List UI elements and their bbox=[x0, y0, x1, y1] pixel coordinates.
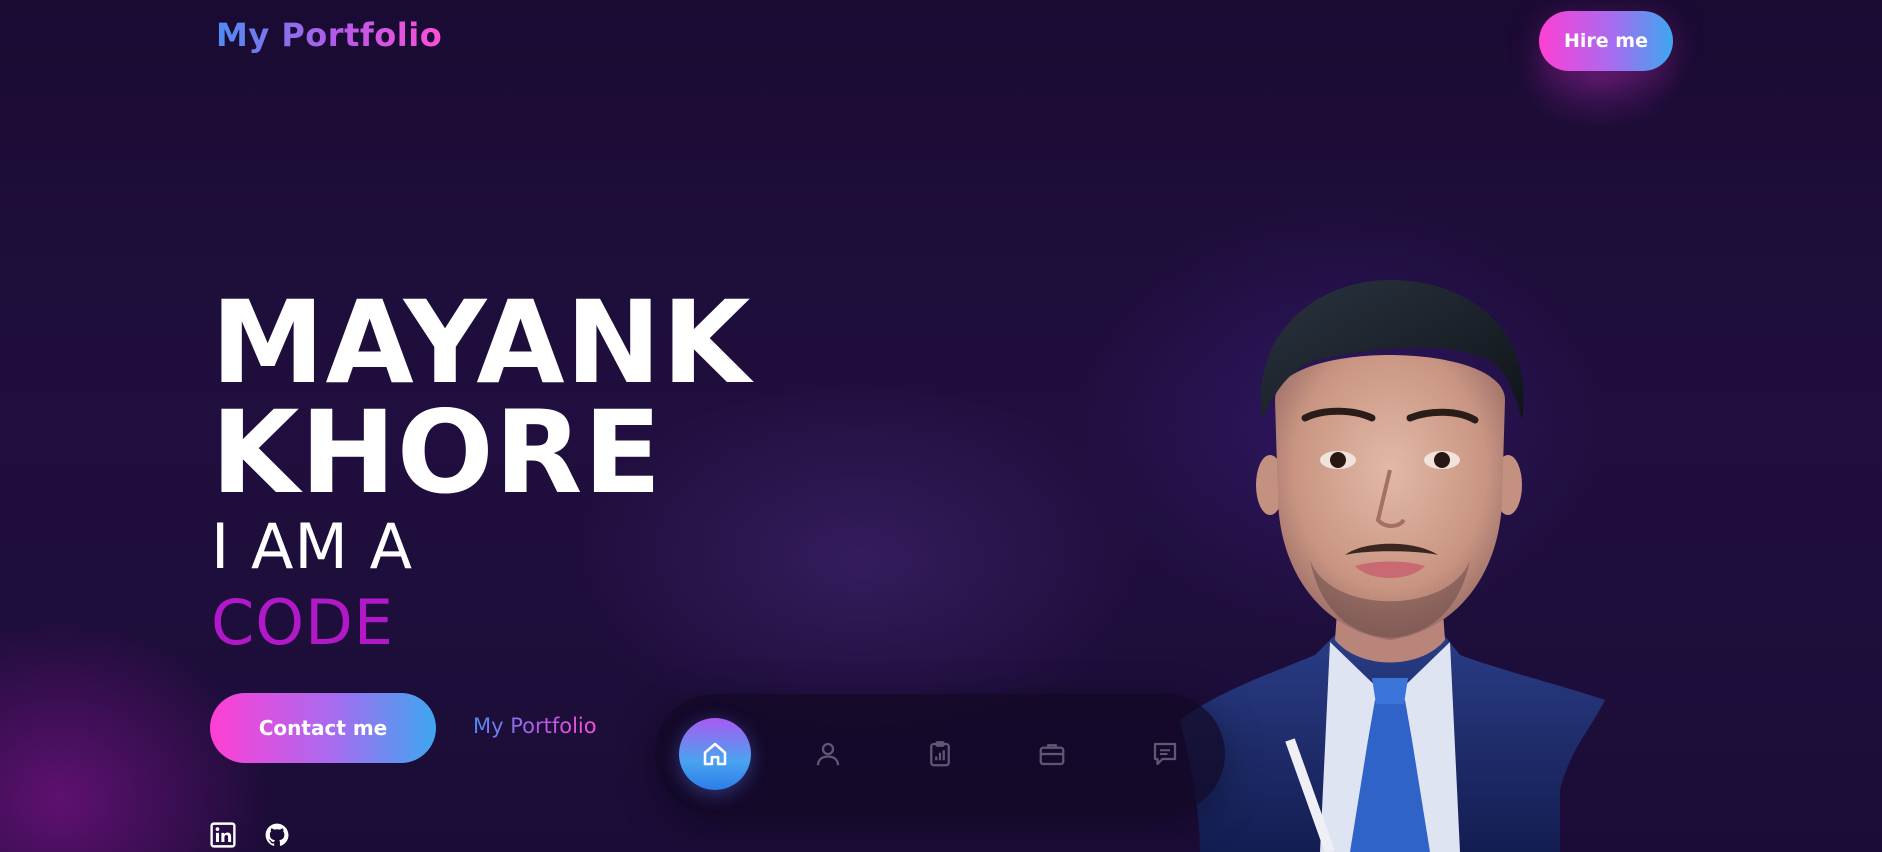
bottom-nav-dock bbox=[655, 694, 1225, 814]
hero-first-name: MAYANK bbox=[211, 276, 752, 409]
user-icon bbox=[816, 742, 840, 766]
hero-last-name: KHORE bbox=[211, 386, 663, 519]
briefcase-icon bbox=[1039, 744, 1065, 766]
home-icon bbox=[703, 742, 727, 766]
hero-intro: I AM A bbox=[211, 510, 414, 583]
nav-about[interactable] bbox=[792, 718, 864, 790]
nav-skills[interactable] bbox=[904, 718, 976, 790]
hero-role: CODE bbox=[211, 586, 395, 659]
contact-me-button[interactable]: Contact me bbox=[210, 693, 436, 763]
linkedin-icon[interactable] bbox=[210, 822, 236, 848]
hire-me-button[interactable]: Hire me bbox=[1539, 11, 1673, 71]
site-logo[interactable]: My Portfolio bbox=[216, 16, 442, 54]
nav-contact[interactable] bbox=[1129, 718, 1201, 790]
message-icon bbox=[1153, 742, 1177, 766]
my-portfolio-link[interactable]: My Portfolio bbox=[473, 714, 597, 738]
clipboard-chart-icon bbox=[930, 741, 950, 767]
page: My Portfolio Hire me MAYANK KHORE I AM A… bbox=[0, 0, 1882, 852]
github-icon[interactable] bbox=[264, 822, 290, 848]
nav-home[interactable] bbox=[679, 718, 751, 790]
nav-portfolio[interactable] bbox=[1016, 718, 1088, 790]
